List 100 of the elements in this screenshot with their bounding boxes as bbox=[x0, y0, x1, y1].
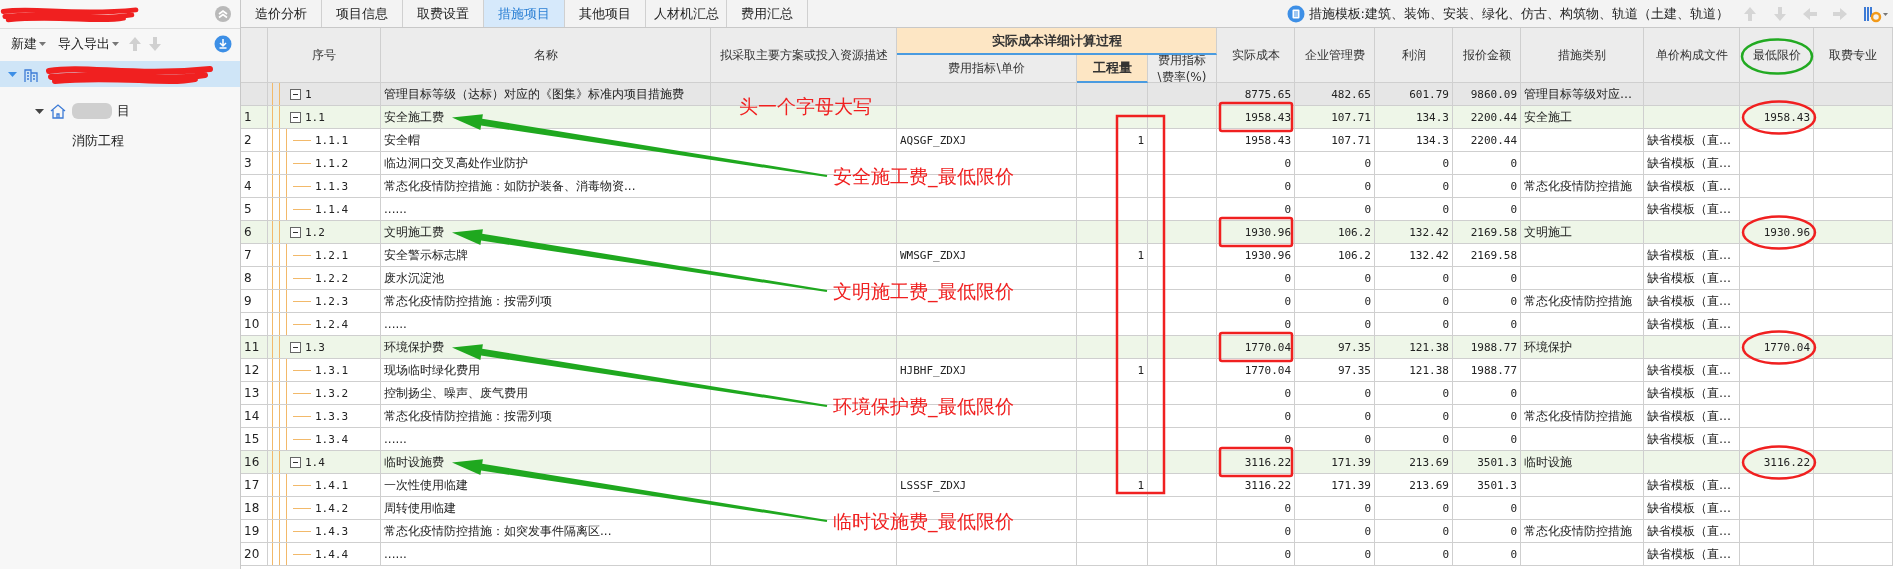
table-cell: 0 bbox=[1217, 405, 1295, 428]
table-cell: 0 bbox=[1453, 543, 1521, 566]
row-number: 4 bbox=[241, 175, 268, 198]
item-code: 1.4.4 bbox=[315, 547, 349, 561]
table-cell: 213.69 bbox=[1375, 451, 1453, 474]
table-cell: 管理目标等级对应… bbox=[1521, 83, 1644, 106]
expand-icon[interactable] bbox=[35, 106, 44, 116]
column-header: 利润 bbox=[1375, 28, 1453, 83]
table-cell: 0 bbox=[1375, 520, 1453, 543]
table-cell bbox=[1077, 405, 1148, 428]
table-cell: 0 bbox=[1295, 543, 1375, 566]
row-number: 1 bbox=[241, 106, 268, 129]
row-number: 9 bbox=[241, 290, 268, 313]
tree-item[interactable]: 目 bbox=[35, 102, 130, 120]
table-cell bbox=[1148, 152, 1217, 175]
table-cell: 0 bbox=[1217, 267, 1295, 290]
annotation-text: 环境保护费_最低限价 bbox=[833, 394, 1014, 418]
table-cell bbox=[1148, 244, 1217, 267]
table-cell: 常态化疫情防控措施：如防护装备、消毒物资... bbox=[381, 175, 711, 198]
table-cell bbox=[1077, 382, 1148, 405]
item-code: 1.4.2 bbox=[315, 501, 349, 515]
table-cell: 134.3 bbox=[1375, 129, 1453, 152]
table-cell: 缺省模板（直… bbox=[1644, 497, 1740, 520]
item-code: 1.1.3 bbox=[315, 179, 349, 193]
column-header: 企业管理费 bbox=[1295, 28, 1375, 83]
tree-item[interactable] bbox=[8, 63, 215, 85]
table-cell: 环境保护 bbox=[1521, 336, 1644, 359]
row-number: 20 bbox=[241, 543, 268, 566]
item-code: 1.1.4 bbox=[315, 202, 349, 216]
table-cell: 1930.96 bbox=[1217, 244, 1295, 267]
table-cell: 106.2 bbox=[1295, 221, 1375, 244]
table-cell: 0 bbox=[1453, 497, 1521, 520]
table-cell: 0 bbox=[1295, 152, 1375, 175]
download-icon[interactable] bbox=[214, 35, 232, 53]
table-cell: 3501.3 bbox=[1453, 451, 1521, 474]
table-cell: ...... bbox=[381, 543, 711, 566]
table-cell: 1988.77 bbox=[1453, 359, 1521, 382]
item-code: 1.1.1 bbox=[315, 133, 349, 147]
table-cell bbox=[1148, 497, 1217, 520]
table-cell: 0 bbox=[1217, 543, 1295, 566]
table-cell: 3116.22 bbox=[1740, 451, 1814, 474]
column-header: 拟采取主要方案或投入资源描述 bbox=[711, 28, 897, 83]
table-cell: 0 bbox=[1295, 405, 1375, 428]
table-cell: 107.71 bbox=[1295, 106, 1375, 129]
row-number: 3 bbox=[241, 152, 268, 175]
table-cell: 0 bbox=[1295, 175, 1375, 198]
table-cell: 0 bbox=[1295, 520, 1375, 543]
table-cell: LSSSF_ZDXJ bbox=[897, 474, 1077, 497]
annotation-text: 头一个字母大写 bbox=[739, 94, 872, 118]
table-cell: 601.79 bbox=[1375, 83, 1453, 106]
table-cell bbox=[1077, 83, 1148, 106]
tab[interactable]: 措施项目 bbox=[484, 0, 565, 27]
tree-item[interactable]: 消防工程 bbox=[72, 132, 124, 150]
column-header: 费用指标\单价 bbox=[897, 55, 1077, 83]
column-header: 工程量 bbox=[1077, 55, 1148, 83]
annotation-text: 文明施工费_最低限价 bbox=[833, 279, 1014, 303]
table-cell: 97.35 bbox=[1295, 336, 1375, 359]
table-cell: 临时设施 bbox=[1521, 451, 1644, 474]
item-code: 1.2.2 bbox=[315, 271, 349, 285]
table-cell: 482.65 bbox=[1295, 83, 1375, 106]
table-cell: 0 bbox=[1375, 152, 1453, 175]
row-number: 12 bbox=[241, 359, 268, 382]
table-cell bbox=[1148, 83, 1217, 106]
column-group-header: 实际成本详细计算过程 bbox=[897, 28, 1217, 55]
table-cell: 1770.04 bbox=[1217, 359, 1295, 382]
column-header: 最低限价 bbox=[1740, 28, 1814, 83]
collapse-icon[interactable] bbox=[290, 226, 301, 238]
table-cell: 常态化疫情防控措施：如突发事件隔离区... bbox=[381, 520, 711, 543]
collapse-icon[interactable] bbox=[290, 341, 301, 353]
row-number: 16 bbox=[241, 451, 268, 474]
column-header: 单价构成文件 bbox=[1644, 28, 1740, 83]
table-cell: 1 bbox=[1077, 129, 1148, 152]
table-cell: 缺省模板（直… bbox=[1644, 152, 1740, 175]
table-cell: 0 bbox=[1453, 290, 1521, 313]
column-settings-icon[interactable] bbox=[1863, 4, 1889, 23]
table-cell: 171.39 bbox=[1295, 451, 1375, 474]
table-cell bbox=[1148, 175, 1217, 198]
row-number: 11 bbox=[241, 336, 268, 359]
item-code: 1.3.2 bbox=[315, 386, 349, 400]
table-cell: 缺省模板（直… bbox=[1644, 175, 1740, 198]
column-header: 名称 bbox=[381, 28, 711, 83]
collapse-icon[interactable] bbox=[290, 456, 301, 468]
table-cell: 9860.09 bbox=[1453, 83, 1521, 106]
table-cell: 缺省模板（直… bbox=[1644, 244, 1740, 267]
table-cell: 97.35 bbox=[1295, 359, 1375, 382]
toolbar-button[interactable]: 导入导出 bbox=[55, 33, 122, 55]
toolbar-button[interactable]: 新建 bbox=[8, 33, 49, 55]
table-cell bbox=[1077, 543, 1148, 566]
table-cell: 106.2 bbox=[1295, 244, 1375, 267]
row-number: 19 bbox=[241, 520, 268, 543]
table-cell: 缺省模板（直… bbox=[1644, 129, 1740, 152]
table-cell: 1 bbox=[1077, 244, 1148, 267]
table-cell: 1988.77 bbox=[1453, 336, 1521, 359]
table-cell: 107.71 bbox=[1295, 129, 1375, 152]
table-cell bbox=[1148, 520, 1217, 543]
collapse-icon[interactable] bbox=[290, 111, 301, 123]
table-cell: 临时设施费 bbox=[381, 451, 711, 474]
table-cell: 常态化疫情防控措施：按需列项 bbox=[381, 405, 711, 428]
collapse-icon[interactable] bbox=[290, 88, 301, 100]
row-number: 2 bbox=[241, 129, 268, 152]
